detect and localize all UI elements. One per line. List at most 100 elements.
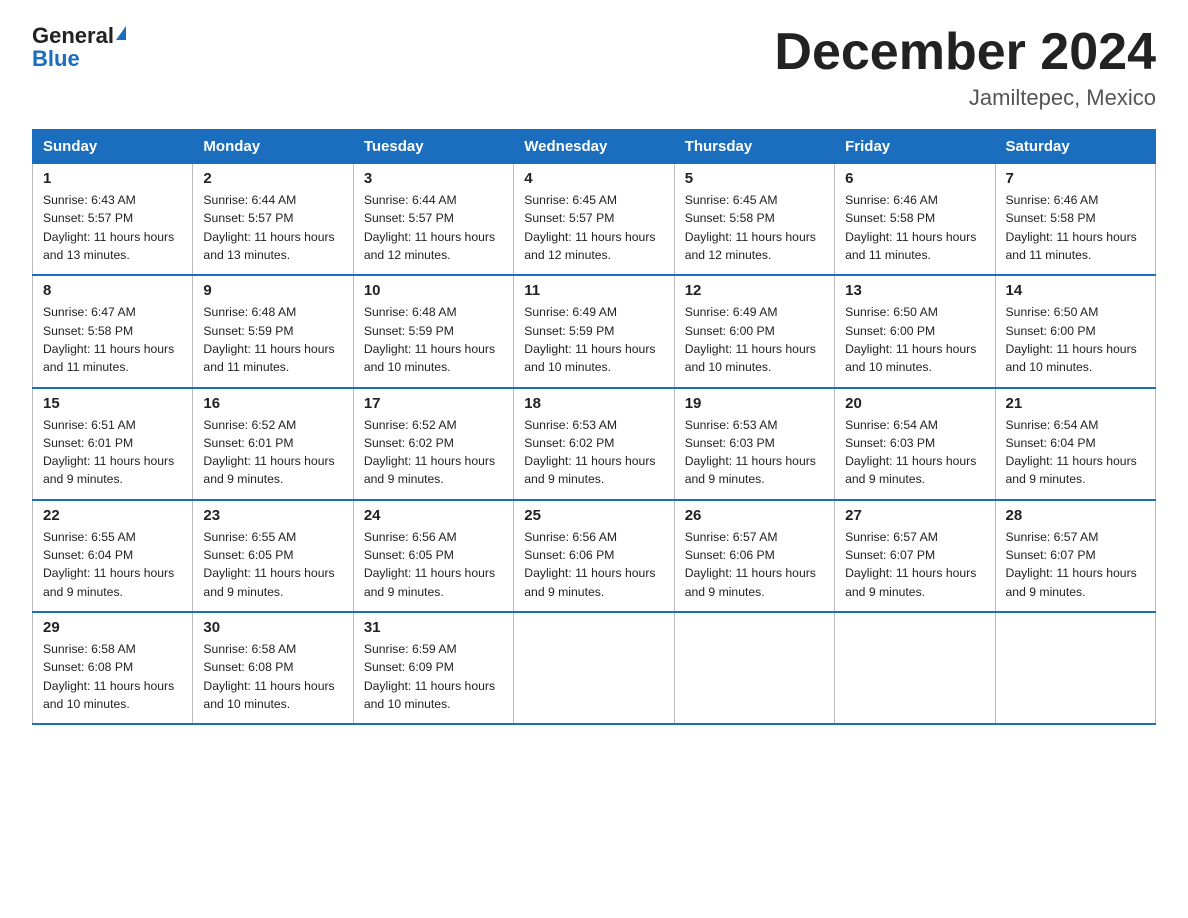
day-number: 8 [43,282,182,299]
table-row: 2Sunrise: 6:44 AMSunset: 5:57 PMDaylight… [193,164,353,276]
table-row: 26Sunrise: 6:57 AMSunset: 6:06 PMDayligh… [674,500,834,612]
day-info: Sunrise: 6:57 AMSunset: 6:06 PMDaylight:… [685,528,824,601]
calendar-week-row: 22 Sunrise: 6:55 AMSunset: 6:04 PMDayligh… [33,500,1156,612]
day-info: Sunrise: 6:47 AMSunset: 5:58 PMDaylight:… [43,303,182,376]
col-thursday: Thursday [674,130,834,164]
col-monday: Monday [193,130,353,164]
day-info: Sunrise: 6:56 AMSunset: 6:06 PMDaylight:… [524,528,663,601]
day-info: Sunrise: 6:45 AMSunset: 5:58 PMDaylight:… [685,191,824,264]
logo-blue-text: Blue [32,46,126,72]
table-row: 10Sunrise: 6:48 AMSunset: 5:59 PMDayligh… [353,275,513,387]
table-row: 4Sunrise: 6:45 AMSunset: 5:57 PMDaylight… [514,164,674,276]
table-row: 19Sunrise: 6:53 AMSunset: 6:03 PMDayligh… [674,388,834,500]
table-row: 7 Sunrise: 6:46 AMSunset: 5:58 PMDaylight… [995,164,1155,276]
day-number: 15 [43,395,182,412]
table-row: 23 Sunrise: 6:55 AMSunset: 6:05 PMDayligh… [193,500,353,612]
day-info: Sunrise: 6:49 AMSunset: 6:00 PMDaylight:… [685,303,824,376]
day-number: 31 [364,619,503,636]
table-row: 1 Sunrise: 6:43 AMSunset: 5:57 PMDaylight… [33,164,193,276]
day-info: Sunrise: 6:55 AMSunset: 6:04 PMDaylight:… [43,528,182,601]
logo-general-line: General [32,24,126,48]
table-row: 16Sunrise: 6:52 AMSunset: 6:01 PMDayligh… [193,388,353,500]
logo-general-text: General [32,24,114,48]
day-number: 7 [1006,170,1145,187]
table-row: 12 Sunrise: 6:49 AMSunset: 6:00 PMDayligh… [674,275,834,387]
col-tuesday: Tuesday [353,130,513,164]
table-row: 20 Sunrise: 6:54 AMSunset: 6:03 PMDayligh… [835,388,995,500]
day-number: 25 [524,507,663,524]
day-number: 23 [203,507,342,524]
day-info: Sunrise: 6:57 AMSunset: 6:07 PMDaylight:… [1006,528,1145,601]
table-row: 29Sunrise: 6:58 AMSunset: 6:08 PMDayligh… [33,612,193,724]
col-saturday: Saturday [995,130,1155,164]
logo-triangle-icon [116,26,126,40]
page-header: General Blue December 2024 Jamiltepec, M… [32,24,1156,111]
table-row: 27 Sunrise: 6:57 AMSunset: 6:07 PMDayligh… [835,500,995,612]
day-info: Sunrise: 6:51 AMSunset: 6:01 PMDaylight:… [43,416,182,489]
day-info: Sunrise: 6:58 AMSunset: 6:08 PMDaylight:… [203,640,342,713]
table-row: 3 Sunrise: 6:44 AMSunset: 5:57 PMDaylight… [353,164,513,276]
day-number: 6 [845,170,984,187]
table-row [514,612,674,724]
day-number: 1 [43,170,182,187]
day-info: Sunrise: 6:57 AMSunset: 6:07 PMDaylight:… [845,528,984,601]
day-info: Sunrise: 6:53 AMSunset: 6:03 PMDaylight:… [685,416,824,489]
table-row: 21 Sunrise: 6:54 AMSunset: 6:04 PMDayligh… [995,388,1155,500]
day-number: 11 [524,282,663,299]
day-info: Sunrise: 6:49 AMSunset: 5:59 PMDaylight:… [524,303,663,376]
table-row: 11 Sunrise: 6:49 AMSunset: 5:59 PMDayligh… [514,275,674,387]
day-info: Sunrise: 6:54 AMSunset: 6:04 PMDaylight:… [1006,416,1145,489]
day-info: Sunrise: 6:44 AMSunset: 5:57 PMDaylight:… [203,191,342,264]
day-info: Sunrise: 6:52 AMSunset: 6:02 PMDaylight:… [364,416,503,489]
day-number: 17 [364,395,503,412]
day-info: Sunrise: 6:44 AMSunset: 5:57 PMDaylight:… [364,191,503,264]
calendar-week-row: 1 Sunrise: 6:43 AMSunset: 5:57 PMDaylight… [33,164,1156,276]
day-number: 27 [845,507,984,524]
table-row: 13 Sunrise: 6:50 AMSunset: 6:00 PMDayligh… [835,275,995,387]
table-row [674,612,834,724]
table-row [835,612,995,724]
table-row: 15 Sunrise: 6:51 AMSunset: 6:01 PMDayligh… [33,388,193,500]
table-row: 31 Sunrise: 6:59 AMSunset: 6:09 PMDayligh… [353,612,513,724]
day-number: 18 [524,395,663,412]
calendar-header-row: Sunday Monday Tuesday Wednesday Thursday… [33,130,1156,164]
table-row: 24Sunrise: 6:56 AMSunset: 6:05 PMDayligh… [353,500,513,612]
day-info: Sunrise: 6:55 AMSunset: 6:05 PMDaylight:… [203,528,342,601]
day-number: 14 [1006,282,1145,299]
col-friday: Friday [835,130,995,164]
col-wednesday: Wednesday [514,130,674,164]
day-number: 22 [43,507,182,524]
calendar-title: December 2024 [774,24,1156,81]
day-number: 5 [685,170,824,187]
day-info: Sunrise: 6:54 AMSunset: 6:03 PMDaylight:… [845,416,984,489]
day-number: 12 [685,282,824,299]
calendar-week-row: 8 Sunrise: 6:47 AMSunset: 5:58 PMDaylight… [33,275,1156,387]
day-number: 20 [845,395,984,412]
calendar-week-row: 15 Sunrise: 6:51 AMSunset: 6:01 PMDayligh… [33,388,1156,500]
day-info: Sunrise: 6:50 AMSunset: 6:00 PMDaylight:… [845,303,984,376]
day-number: 13 [845,282,984,299]
day-info: Sunrise: 6:53 AMSunset: 6:02 PMDaylight:… [524,416,663,489]
day-info: Sunrise: 6:45 AMSunset: 5:57 PMDaylight:… [524,191,663,264]
table-row [995,612,1155,724]
table-row: 6 Sunrise: 6:46 AMSunset: 5:58 PMDaylight… [835,164,995,276]
day-info: Sunrise: 6:59 AMSunset: 6:09 PMDaylight:… [364,640,503,713]
day-info: Sunrise: 6:43 AMSunset: 5:57 PMDaylight:… [43,191,182,264]
calendar-table: Sunday Monday Tuesday Wednesday Thursday… [32,129,1156,725]
calendar-subtitle: Jamiltepec, Mexico [774,85,1156,111]
day-number: 29 [43,619,182,636]
day-number: 24 [364,507,503,524]
col-sunday: Sunday [33,130,193,164]
day-number: 3 [364,170,503,187]
table-row: 28Sunrise: 6:57 AMSunset: 6:07 PMDayligh… [995,500,1155,612]
day-number: 21 [1006,395,1145,412]
table-row: 14Sunrise: 6:50 AMSunset: 6:00 PMDayligh… [995,275,1155,387]
table-row: 30 Sunrise: 6:58 AMSunset: 6:08 PMDayligh… [193,612,353,724]
day-info: Sunrise: 6:48 AMSunset: 5:59 PMDaylight:… [364,303,503,376]
title-area: December 2024 Jamiltepec, Mexico [774,24,1156,111]
day-number: 30 [203,619,342,636]
day-info: Sunrise: 6:46 AMSunset: 5:58 PMDaylight:… [845,191,984,264]
table-row: 8 Sunrise: 6:47 AMSunset: 5:58 PMDaylight… [33,275,193,387]
day-info: Sunrise: 6:46 AMSunset: 5:58 PMDaylight:… [1006,191,1145,264]
table-row: 25 Sunrise: 6:56 AMSunset: 6:06 PMDayligh… [514,500,674,612]
